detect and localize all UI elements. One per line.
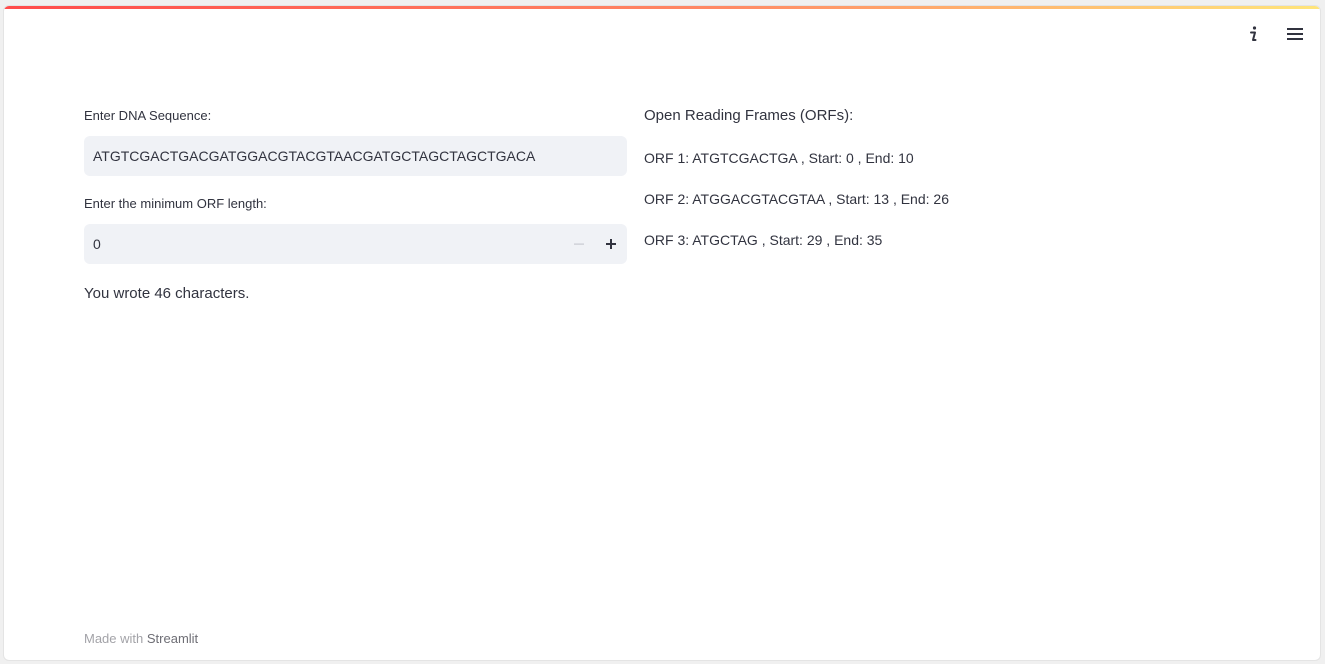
decrement-button[interactable] xyxy=(565,230,593,258)
orf-list: ORF 1: ATGTCGACTGA , Start: 0 , End: 10 … xyxy=(644,148,1204,250)
minus-icon xyxy=(574,243,584,245)
app-window: Enter DNA Sequence: ATGTCGACTGACGATGGACG… xyxy=(3,5,1321,661)
orf-item: ORF 3: ATGCTAG , Start: 29 , End: 35 xyxy=(644,232,883,248)
hamburger-menu-icon xyxy=(1287,28,1303,40)
info-button[interactable] xyxy=(1238,20,1268,48)
orf-item: ORF 1: ATGTCGACTGA , Start: 0 , End: 10 xyxy=(644,150,914,166)
streamlit-link[interactable]: Streamlit xyxy=(147,631,198,646)
toolbar xyxy=(1238,20,1310,48)
dna-sequence-input[interactable]: ATGTCGACTGACGATGGACGTACGTAACGATGCTAGCTAG… xyxy=(84,136,627,176)
orf-results-title: Open Reading Frames (ORFs): xyxy=(644,107,854,124)
top-decoration-bar xyxy=(4,6,1320,9)
plus-icon xyxy=(606,239,616,249)
main-menu-button[interactable] xyxy=(1280,20,1310,48)
orf-results-column: Open Reading Frames (ORFs): ORF 1: ATGTC… xyxy=(644,106,1204,271)
info-icon xyxy=(1250,26,1257,41)
footer: Made with Streamlit xyxy=(84,631,198,646)
min-orf-length-value[interactable]: 0 xyxy=(93,224,101,264)
min-orf-length-input[interactable]: 0 xyxy=(84,224,627,264)
input-column: Enter DNA Sequence: ATGTCGACTGACGATGGACG… xyxy=(84,106,627,304)
min-orf-length-label: Enter the minimum ORF length: xyxy=(84,196,267,211)
orf-item: ORF 2: ATGGACGTACGTAA , Start: 13 , End:… xyxy=(644,191,949,207)
dna-sequence-label: Enter DNA Sequence: xyxy=(84,108,212,123)
increment-button[interactable] xyxy=(597,230,625,258)
footer-prefix: Made with xyxy=(84,631,147,646)
character-count-text: You wrote 46 characters. xyxy=(84,285,250,302)
